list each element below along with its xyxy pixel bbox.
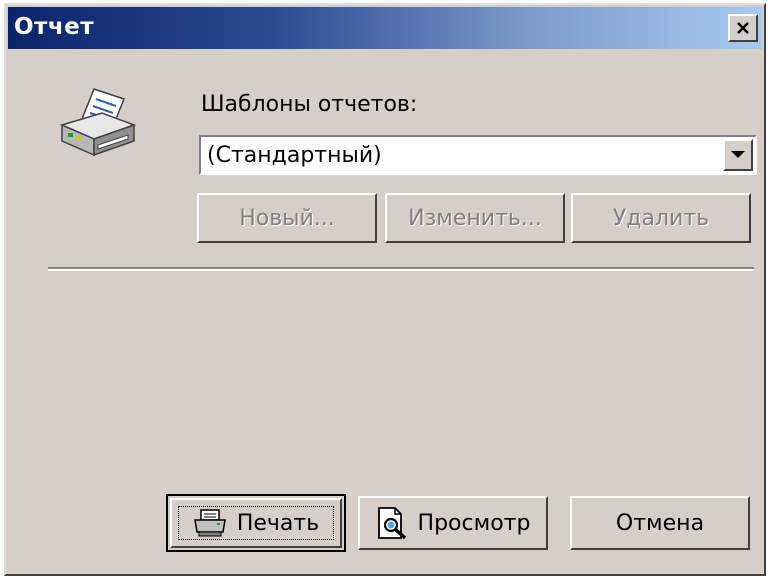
chevron-down-icon — [731, 151, 745, 158]
delete-template-button[interactable]: Удалить — [571, 193, 751, 243]
delete-template-label: Удалить — [612, 205, 710, 231]
cancel-button[interactable]: Отмена — [570, 496, 750, 550]
close-icon — [737, 22, 749, 34]
printer-icon — [193, 509, 226, 537]
edit-template-button[interactable]: Изменить... — [385, 193, 565, 243]
template-select[interactable]: (Стандартный) — [199, 135, 757, 175]
magnifier-document-icon — [377, 507, 406, 540]
template-select-value: (Стандартный) — [207, 143, 382, 168]
title-bar[interactable]: Отчет — [8, 7, 762, 49]
new-template-button[interactable]: Новый... — [197, 193, 377, 243]
templates-label: Шаблоны отчетов: — [201, 92, 418, 117]
report-dialog: Отчет Шаблоны отчетов: (Стандартный) Нов… — [4, 3, 766, 576]
separator — [48, 267, 754, 271]
close-button[interactable] — [728, 14, 758, 42]
cancel-label: Отмена — [615, 510, 705, 536]
print-label: Печать — [236, 510, 320, 536]
printer-icon — [59, 88, 137, 157]
window-title: Отчет — [14, 14, 95, 40]
print-button[interactable]: Печать — [166, 494, 346, 552]
new-template-label: Новый... — [239, 205, 335, 231]
template-select-dropdown-button[interactable] — [723, 139, 753, 171]
edit-template-label: Изменить... — [408, 205, 542, 231]
preview-button[interactable]: Просмотр — [358, 496, 548, 550]
preview-label: Просмотр — [417, 510, 531, 536]
